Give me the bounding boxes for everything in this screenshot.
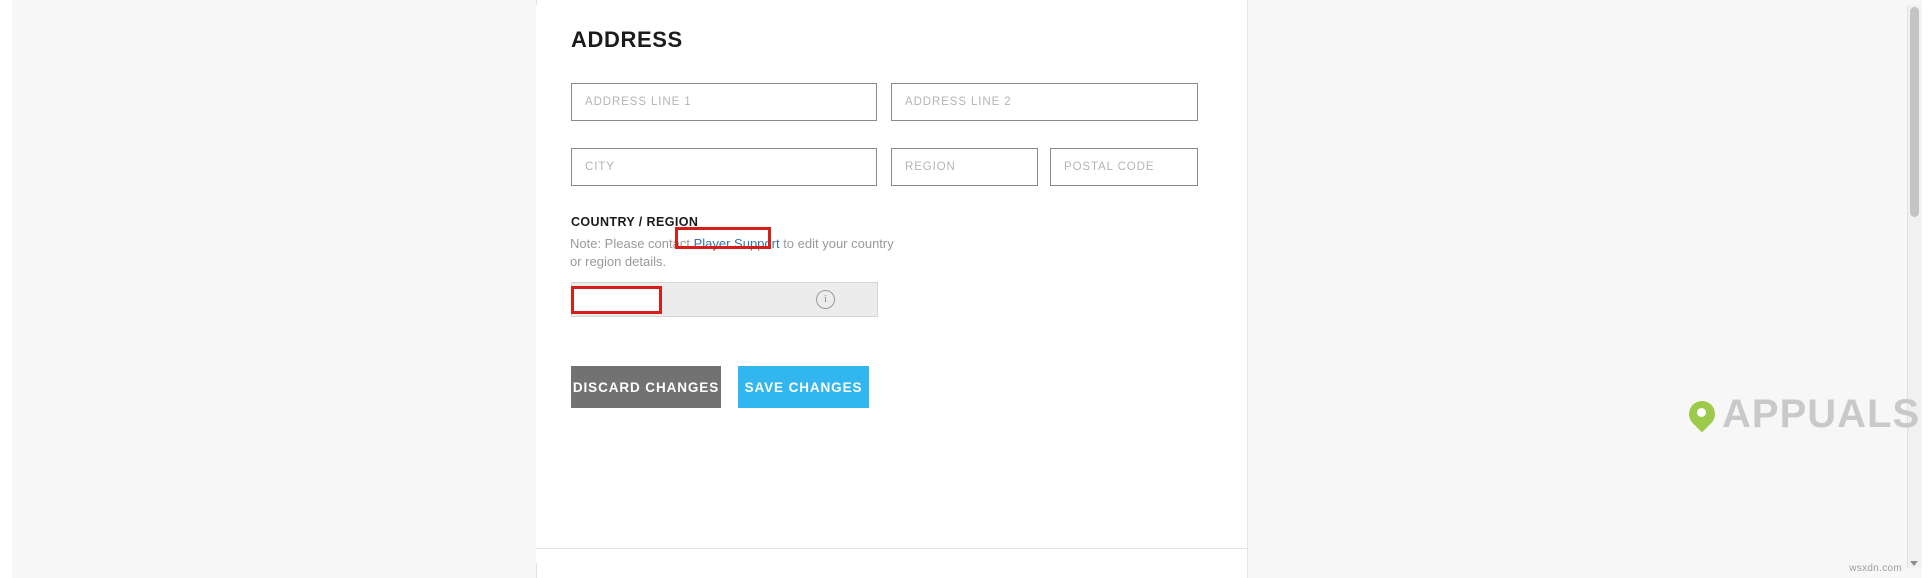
address-line-2-placeholder: ADDRESS LINE 2 (905, 96, 1012, 108)
country-region-label: COUNTRY / REGION (571, 215, 699, 229)
city-placeholder: CITY (585, 161, 615, 173)
site-credit-text: wsxdn.com (1849, 563, 1902, 574)
address-line-2-input[interactable]: ADDRESS LINE 2 (891, 83, 1198, 121)
page-title: ADDRESS (571, 27, 683, 52)
note-prefix-text: Note: Please contact (570, 236, 694, 251)
region-input[interactable]: REGION (891, 148, 1038, 186)
address-line-1-input[interactable]: ADDRESS LINE 1 (571, 83, 877, 121)
appuals-watermark: APPUALS (1683, 392, 1921, 437)
city-input[interactable]: CITY (571, 148, 877, 186)
scrollbar-thumb[interactable] (1910, 7, 1919, 217)
discard-changes-button[interactable]: DISCARD CHANGES (571, 366, 721, 408)
address-card: ADDRESS ADDRESS LINE 1 ADDRESS LINE 2 CI… (536, 5, 1247, 563)
postal-code-input[interactable]: POSTAL CODE (1050, 148, 1198, 186)
region-placeholder: REGION (905, 161, 956, 173)
country-region-select: i (571, 282, 878, 317)
postal-code-placeholder: POSTAL CODE (1064, 161, 1155, 173)
card-bottom-divider (536, 548, 1247, 549)
page-gutter-right (1247, 0, 1922, 578)
scroll-down-arrow-icon[interactable] (1910, 561, 1918, 566)
page-gutter-left (12, 0, 537, 578)
save-changes-button[interactable]: SAVE CHANGES (738, 366, 869, 408)
page-edge-left (0, 0, 12, 578)
info-icon[interactable]: i (816, 290, 835, 309)
country-region-note: Note: Please contact Player Support to e… (570, 235, 900, 271)
page-root: ADDRESS ADDRESS LINE 1 ADDRESS LINE 2 CI… (0, 0, 1928, 578)
appuals-logo-icon (1683, 395, 1721, 432)
watermark-text: APPUALS (1722, 392, 1921, 436)
address-line-1-placeholder: ADDRESS LINE 1 (585, 96, 692, 108)
player-support-link[interactable]: Player Support (694, 236, 780, 251)
vertical-scrollbar[interactable] (1907, 5, 1921, 568)
